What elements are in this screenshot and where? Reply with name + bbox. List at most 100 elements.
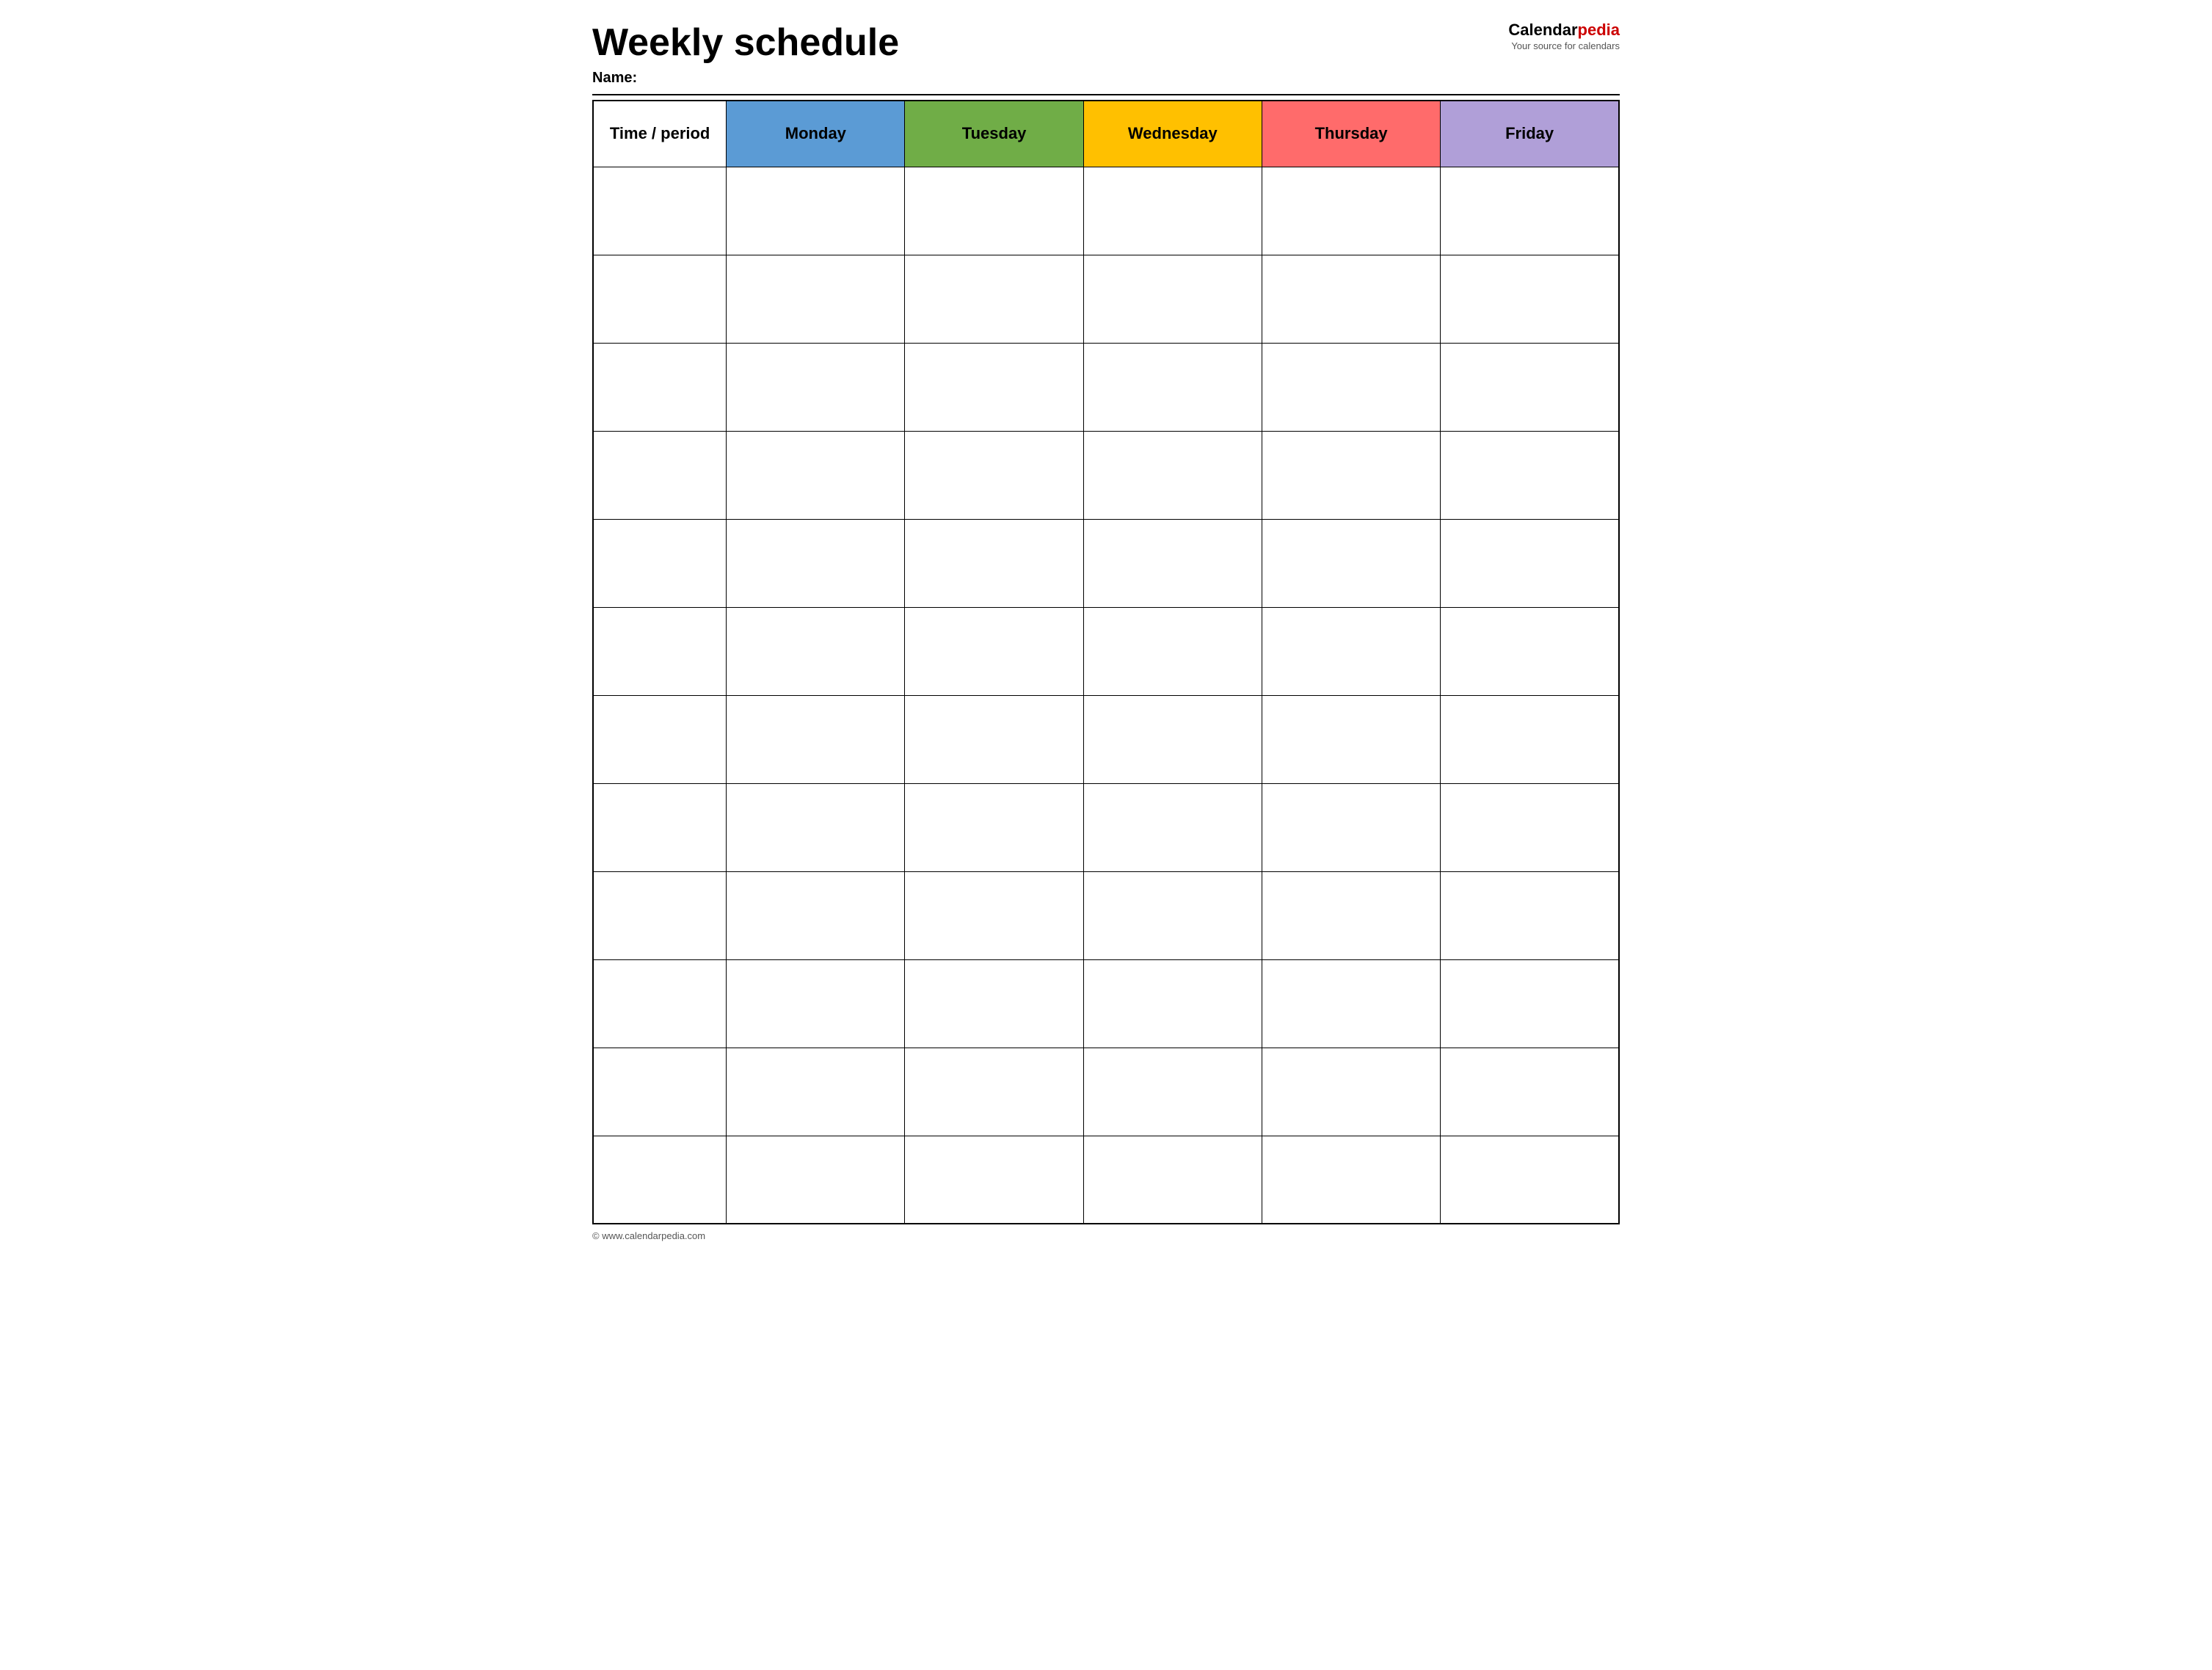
schedule-cell[interactable]: [1441, 871, 1619, 959]
schedule-cell[interactable]: [1262, 519, 1440, 607]
table-row: [593, 343, 1619, 431]
time-cell[interactable]: [593, 519, 727, 607]
schedule-cell[interactable]: [1441, 959, 1619, 1048]
schedule-cell[interactable]: [1262, 607, 1440, 695]
schedule-cell[interactable]: [727, 695, 905, 783]
schedule-cell[interactable]: [1083, 783, 1262, 871]
time-cell[interactable]: [593, 1048, 727, 1136]
schedule-cell[interactable]: [727, 783, 905, 871]
schedule-cell[interactable]: [905, 519, 1083, 607]
title-section: Weekly schedule Name:: [592, 22, 899, 87]
schedule-cell[interactable]: [1262, 959, 1440, 1048]
schedule-cell[interactable]: [1083, 959, 1262, 1048]
schedule-cell[interactable]: [1083, 255, 1262, 343]
schedule-cell[interactable]: [1262, 167, 1440, 255]
table-row: [593, 871, 1619, 959]
schedule-cell[interactable]: [1262, 343, 1440, 431]
table-row: [593, 1136, 1619, 1224]
col-header-monday: Monday: [727, 101, 905, 167]
schedule-cell[interactable]: [1083, 431, 1262, 519]
schedule-cell[interactable]: [1083, 871, 1262, 959]
col-header-thursday: Thursday: [1262, 101, 1440, 167]
schedule-cell[interactable]: [727, 167, 905, 255]
logo-brand-red: pedia: [1578, 21, 1620, 39]
schedule-cell[interactable]: [1083, 519, 1262, 607]
schedule-cell[interactable]: [727, 871, 905, 959]
schedule-cell[interactable]: [727, 1048, 905, 1136]
page-title: Weekly schedule: [592, 22, 899, 64]
schedule-cell[interactable]: [1441, 695, 1619, 783]
time-cell[interactable]: [593, 695, 727, 783]
time-cell[interactable]: [593, 255, 727, 343]
table-header-row: Time / period Monday Tuesday Wednesday T…: [593, 101, 1619, 167]
logo-area: Calendarpedia Your source for calendars: [1508, 22, 1620, 51]
schedule-cell[interactable]: [905, 783, 1083, 871]
logo-tagline: Your source for calendars: [1511, 40, 1620, 51]
table-row: [593, 167, 1619, 255]
header-area: Weekly schedule Name: Calendarpedia Your…: [592, 22, 1620, 87]
schedule-cell[interactable]: [1262, 1136, 1440, 1224]
logo-brand-black: Calendar: [1508, 21, 1577, 39]
col-header-time: Time / period: [593, 101, 727, 167]
schedule-cell[interactable]: [905, 431, 1083, 519]
time-cell[interactable]: [593, 871, 727, 959]
time-cell[interactable]: [593, 1136, 727, 1224]
schedule-cell[interactable]: [1262, 783, 1440, 871]
schedule-cell[interactable]: [905, 1136, 1083, 1224]
schedule-cell[interactable]: [1262, 695, 1440, 783]
schedule-cell[interactable]: [1441, 1048, 1619, 1136]
schedule-cell[interactable]: [905, 1048, 1083, 1136]
schedule-cell[interactable]: [905, 695, 1083, 783]
schedule-cell[interactable]: [1441, 607, 1619, 695]
schedule-cell[interactable]: [1083, 1136, 1262, 1224]
schedule-cell[interactable]: [1441, 431, 1619, 519]
table-row: [593, 1048, 1619, 1136]
table-row: [593, 607, 1619, 695]
schedule-cell[interactable]: [1262, 431, 1440, 519]
schedule-cell[interactable]: [1083, 607, 1262, 695]
table-row: [593, 783, 1619, 871]
schedule-cell[interactable]: [727, 607, 905, 695]
time-cell[interactable]: [593, 343, 727, 431]
schedule-cell[interactable]: [727, 1136, 905, 1224]
table-row: [593, 519, 1619, 607]
schedule-cell[interactable]: [727, 431, 905, 519]
page-container: Weekly schedule Name: Calendarpedia Your…: [592, 22, 1620, 1241]
table-row: [593, 695, 1619, 783]
col-header-friday: Friday: [1441, 101, 1619, 167]
schedule-cell[interactable]: [905, 343, 1083, 431]
schedule-cell[interactable]: [905, 871, 1083, 959]
schedule-cell[interactable]: [905, 255, 1083, 343]
schedule-cell[interactable]: [1441, 519, 1619, 607]
time-cell[interactable]: [593, 167, 727, 255]
schedule-body: [593, 167, 1619, 1224]
schedule-cell[interactable]: [1441, 343, 1619, 431]
schedule-cell[interactable]: [1441, 167, 1619, 255]
schedule-cell[interactable]: [727, 343, 905, 431]
time-cell[interactable]: [593, 607, 727, 695]
schedule-cell[interactable]: [1083, 167, 1262, 255]
schedule-cell[interactable]: [1083, 343, 1262, 431]
schedule-cell[interactable]: [1083, 1048, 1262, 1136]
schedule-cell[interactable]: [1262, 1048, 1440, 1136]
schedule-cell[interactable]: [727, 519, 905, 607]
schedule-cell[interactable]: [905, 607, 1083, 695]
schedule-cell[interactable]: [905, 959, 1083, 1048]
footer-copyright: © www.calendarpedia.com: [592, 1230, 1620, 1241]
schedule-cell[interactable]: [1083, 695, 1262, 783]
schedule-cell[interactable]: [1262, 871, 1440, 959]
table-row: [593, 959, 1619, 1048]
schedule-cell[interactable]: [1441, 255, 1619, 343]
time-cell[interactable]: [593, 959, 727, 1048]
schedule-cell[interactable]: [1441, 783, 1619, 871]
schedule-table: Time / period Monday Tuesday Wednesday T…: [592, 100, 1620, 1224]
time-cell[interactable]: [593, 783, 727, 871]
table-row: [593, 255, 1619, 343]
schedule-cell[interactable]: [727, 959, 905, 1048]
schedule-cell[interactable]: [727, 255, 905, 343]
schedule-cell[interactable]: [1441, 1136, 1619, 1224]
time-cell[interactable]: [593, 431, 727, 519]
col-header-wednesday: Wednesday: [1083, 101, 1262, 167]
schedule-cell[interactable]: [1262, 255, 1440, 343]
schedule-cell[interactable]: [905, 167, 1083, 255]
